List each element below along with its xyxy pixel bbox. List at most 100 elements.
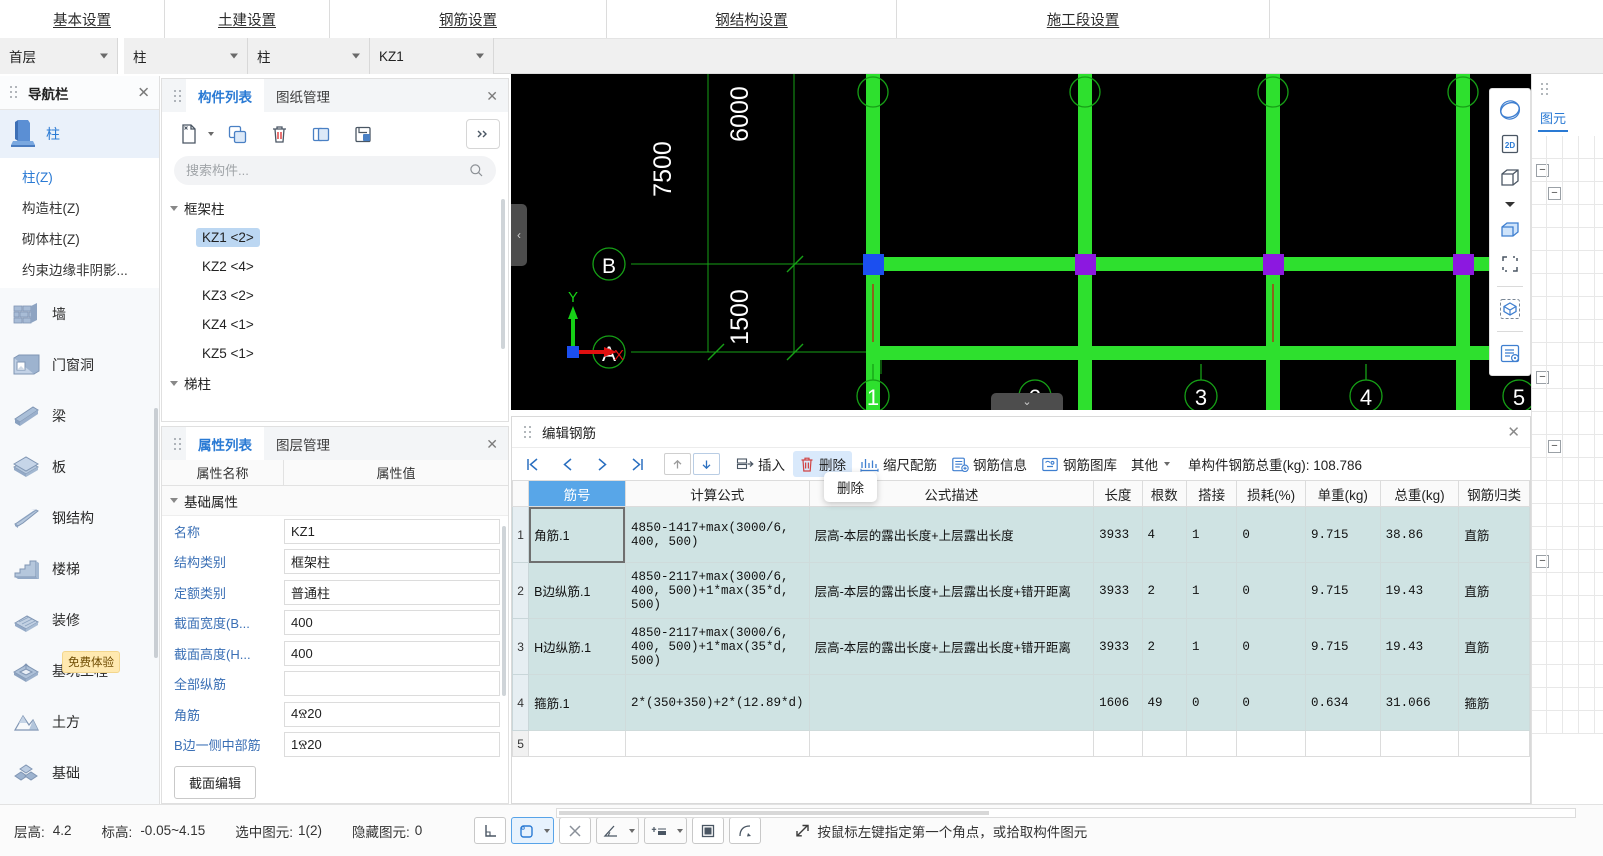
column-header-formula[interactable]: 计算公式: [624, 480, 810, 507]
other-menu-button[interactable]: 其他: [1125, 451, 1176, 477]
cell-length[interactable]: 1606: [1093, 674, 1143, 731]
tree-collapse-icon[interactable]: −: [1548, 186, 1561, 200]
cell-totalweight[interactable]: 19.43: [1379, 562, 1460, 619]
cell-count[interactable]: 2: [1141, 562, 1187, 619]
view-dropdown-caret-icon[interactable]: [1493, 197, 1527, 211]
cell-length[interactable]: 3933: [1093, 562, 1143, 619]
move-down-icon[interactable]: [693, 453, 720, 475]
sidebar-item-7[interactable]: 基坑工程免费体验: [0, 645, 159, 696]
sidebar-item-6[interactable]: 装修: [0, 594, 159, 645]
tree-group[interactable]: 梯柱: [170, 368, 508, 398]
component-tree-scrollbar[interactable]: [501, 199, 505, 349]
column-header-length[interactable]: 长度: [1093, 480, 1143, 507]
cell-count[interactable]: 49: [1141, 674, 1187, 731]
table-row[interactable]: 2 B边纵筋.1 4850-2117+max(3000/6, 400, 500)+1…: [512, 562, 1530, 619]
cell-jinhao[interactable]: B边纵筋.1: [528, 562, 626, 619]
cell-rownum[interactable]: 5: [512, 730, 530, 757]
selector-dropdown-1[interactable]: 柱: [124, 38, 248, 74]
selector-dropdown-0[interactable]: 首层: [0, 38, 118, 74]
table-row[interactable]: 3 H边纵筋.1 4850-2117+max(3000/6, 400, 500)+1…: [512, 618, 1530, 675]
table-row[interactable]: 4 箍筋.1 2*(350+350)+2*(12.89*d) 1606 49 0 0 0.63…: [512, 674, 1530, 731]
next-record-icon[interactable]: [586, 451, 619, 477]
move-up-icon[interactable]: [664, 453, 691, 475]
nav-sub-item-1[interactable]: 构造柱(Z): [0, 191, 159, 222]
tree-collapse-icon[interactable]: −: [1536, 370, 1549, 384]
sidebar-item-4[interactable]: 钢结构: [0, 492, 159, 543]
cell-desc[interactable]: 层高-本层的露出长度+上层露出长度+错开距离: [808, 562, 1095, 619]
cell-length[interactable]: [1093, 730, 1143, 757]
cell-jinhao[interactable]: [528, 730, 626, 757]
selector-dropdown-2[interactable]: 柱: [248, 38, 370, 74]
offset-button[interactable]: [644, 817, 688, 844]
copy-component-button[interactable]: [218, 119, 256, 149]
section-edit-button[interactable]: 截面编辑: [174, 765, 257, 799]
column-header-lap[interactable]: 搭接: [1185, 480, 1238, 507]
viewport-left-flap[interactable]: ‹: [511, 204, 527, 266]
cell-loss[interactable]: 0: [1236, 562, 1306, 619]
sidebar-item-1[interactable]: 门窗洞: [0, 339, 159, 390]
nav-sub-item-3[interactable]: 约束边缘非阴影...: [0, 253, 159, 284]
ribbon-tab-3[interactable]: 钢结构设置: [607, 0, 897, 38]
cell-rownum[interactable]: 1: [512, 506, 530, 563]
cell-length[interactable]: 3933: [1093, 618, 1143, 675]
cell-length[interactable]: 3933: [1093, 506, 1143, 563]
cell-jinhao[interactable]: H边纵筋.1: [528, 618, 626, 675]
tree-collapse-icon[interactable]: −: [1536, 554, 1549, 568]
cell-unitweight[interactable]: 9.715: [1304, 506, 1381, 563]
cell-count[interactable]: 4: [1141, 506, 1187, 563]
sidebar-item-5[interactable]: 楼梯: [0, 543, 159, 594]
drag-grip-icon[interactable]: [6, 86, 22, 100]
column-header-jinhao[interactable]: 筋号: [528, 480, 626, 507]
cell-desc[interactable]: [808, 730, 1095, 757]
property-value-field[interactable]: KZ1: [284, 518, 500, 544]
rectangle-draw-button[interactable]: [511, 817, 555, 844]
cell-jinhao[interactable]: 箍筋.1: [528, 674, 626, 731]
section-view-icon[interactable]: [1493, 215, 1527, 245]
sidebar-item-3[interactable]: 板: [0, 441, 159, 492]
delete-component-button[interactable]: [260, 119, 298, 149]
ribbon-tab-1[interactable]: 土建设置: [165, 0, 330, 38]
close-icon[interactable]: ✕: [137, 85, 150, 100]
search-input[interactable]: [186, 163, 469, 178]
corner-snap-button[interactable]: [474, 817, 507, 844]
cell-rownum[interactable]: 2: [512, 562, 530, 619]
column-header-category[interactable]: 钢筋归类: [1458, 480, 1530, 507]
property-group-header[interactable]: 基础属性: [162, 486, 508, 516]
sidebar-item-8[interactable]: 土方: [0, 696, 159, 747]
cell-desc[interactable]: 层高-本层的露出长度+上层露出长度+错开距离: [808, 618, 1095, 675]
column-header-unitweight[interactable]: 单重(kg): [1304, 480, 1381, 507]
list-item[interactable]: KZ4 <1>: [170, 310, 508, 339]
property-value-field[interactable]: 1Ⱄ20: [284, 732, 500, 758]
tab-property-list[interactable]: 属性列表: [186, 427, 264, 460]
tab-drawing-manage[interactable]: 图纸管理: [264, 79, 342, 112]
nav-sub-item-0[interactable]: 柱(Z): [0, 160, 159, 191]
expand-button[interactable]: [466, 119, 500, 149]
save-component-button[interactable]: [344, 119, 382, 149]
cell-rownum[interactable]: 4: [512, 674, 530, 731]
cad-viewport[interactable]: 7500 6000 1500 B A: [511, 74, 1531, 410]
drag-grip-icon[interactable]: [170, 437, 186, 451]
property-value-field[interactable]: 普通柱: [284, 579, 500, 605]
duplicate-component-button[interactable]: [302, 119, 340, 149]
nav-sub-item-2[interactable]: 砌体柱(Z): [0, 222, 159, 253]
ribbon-tab-0[interactable]: 基本设置: [0, 0, 165, 38]
cell-desc[interactable]: 层高-本层的露出长度+上层露出长度: [808, 506, 1095, 563]
first-record-icon[interactable]: [516, 451, 549, 477]
cell-category[interactable]: 直筋: [1458, 562, 1530, 619]
cell-lap[interactable]: 1: [1185, 506, 1238, 563]
ribbon-tab-4[interactable]: 施工段设置: [897, 0, 1270, 38]
cross-snap-button[interactable]: [559, 817, 592, 844]
tree-group[interactable]: 框架柱: [170, 193, 508, 223]
3d-box-view-icon[interactable]: [1493, 163, 1527, 193]
search-box[interactable]: [174, 156, 496, 185]
cube-select-icon[interactable]: [1493, 294, 1527, 324]
table-row[interactable]: 5: [512, 730, 1530, 757]
free-trial-badge[interactable]: 免费体验: [62, 651, 120, 673]
sidebar-item-9[interactable]: 基础: [0, 747, 159, 798]
cell-category[interactable]: 箍筋: [1458, 674, 1530, 731]
viewport-bottom-flap[interactable]: ⌄: [991, 393, 1063, 410]
new-component-caret-icon[interactable]: [208, 132, 214, 136]
cell-jinhao[interactable]: 角筋.1: [528, 506, 626, 563]
drag-grip-icon[interactable]: [520, 425, 536, 439]
insert-row-button[interactable]: 插入: [730, 451, 791, 477]
